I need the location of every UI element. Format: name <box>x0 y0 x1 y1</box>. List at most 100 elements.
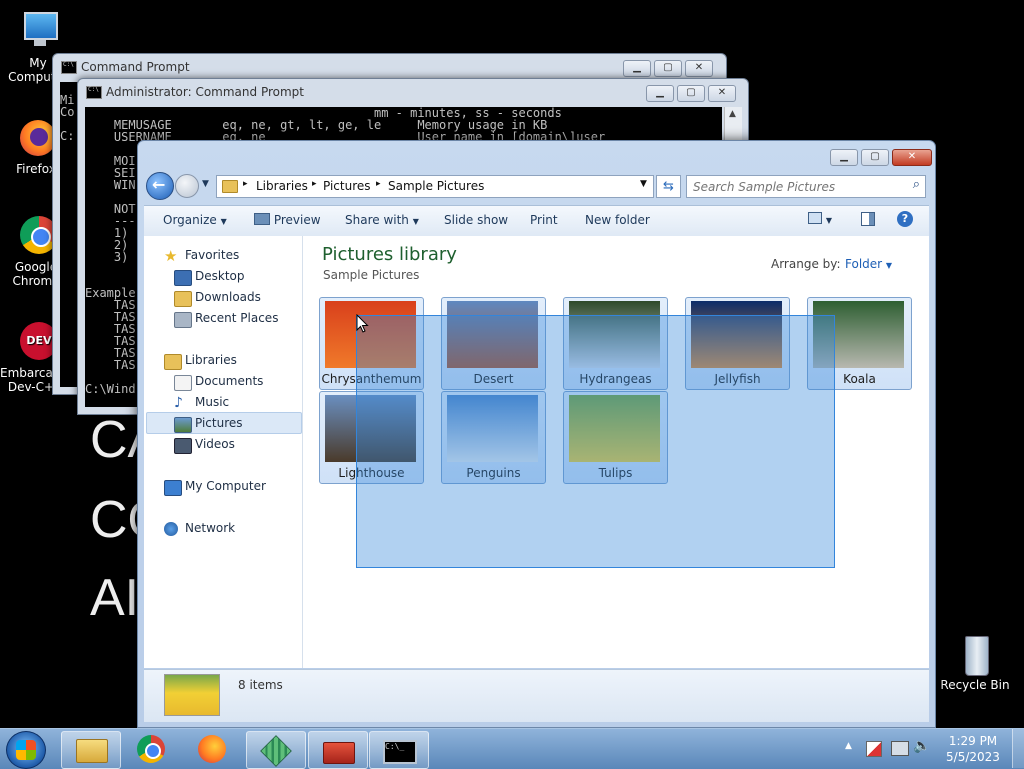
preview-icon <box>254 213 270 225</box>
recent-pages-dropdown-icon[interactable]: ▼ <box>202 179 209 189</box>
explorer-window[interactable]: ▁ ▢ ✕ ← ▼ ▸ Libraries ▸ Pictures ▸ Sampl… <box>137 140 936 728</box>
breadcrumb-sample-pictures[interactable]: Sample Pictures <box>388 179 484 193</box>
taskbar-cmd-button[interactable]: C:\_ <box>369 731 429 769</box>
preview-label: Preview <box>273 213 321 227</box>
breadcrumb-separator-icon: ▸ <box>376 179 381 189</box>
forward-button[interactable] <box>175 174 199 198</box>
show-desktop-button[interactable] <box>1012 729 1024 768</box>
selection-rectangle <box>356 315 835 568</box>
clock-time: 1:29 PM <box>948 734 998 748</box>
refresh-icon: ⇆ <box>663 179 674 194</box>
command-bar: Organize ▼ Preview Share with ▼ Slide sh… <box>144 205 929 237</box>
library-title: Pictures library <box>322 244 457 265</box>
volume-icon[interactable]: 🔈 <box>913 738 930 754</box>
maximize-button[interactable]: ▢ <box>861 149 889 166</box>
taskbar-toolbox-button[interactable] <box>308 731 368 769</box>
folder-icon <box>222 180 238 193</box>
recycle-bin-icon <box>953 632 997 676</box>
back-arrow-icon: ← <box>152 175 166 194</box>
share-with-button[interactable]: Share with ▼ <box>345 213 419 227</box>
arrange-by-dropdown[interactable]: Folder ▼ <box>845 257 892 271</box>
console-line: C: <box>60 129 75 143</box>
item-count: 8 items <box>238 678 283 692</box>
taskbar-explorer-button[interactable] <box>61 731 121 769</box>
refresh-button[interactable]: ⇆ <box>656 175 681 198</box>
preview-button[interactable]: Preview <box>254 213 321 227</box>
nav-my-computer[interactable]: My Computer <box>185 479 266 493</box>
maximize-button[interactable]: ▢ <box>654 60 682 77</box>
nav-documents[interactable]: Documents <box>195 374 263 388</box>
maximize-button[interactable]: ▢ <box>677 85 705 102</box>
slide-show-button[interactable]: Slide show <box>444 213 508 227</box>
search-icon[interactable]: ⌕ <box>913 177 920 192</box>
search-box[interactable]: ⌕ <box>686 175 926 198</box>
documents-icon <box>174 375 192 391</box>
pictures-icon <box>174 417 192 433</box>
taskbar-firefox-button[interactable] <box>184 731 242 767</box>
minimize-button[interactable]: ▁ <box>830 149 858 166</box>
taskbar-network-app-button[interactable] <box>246 731 306 769</box>
nav-music[interactable]: Music <box>195 395 229 409</box>
preview-pane-button[interactable] <box>861 212 875 229</box>
breadcrumb-pictures[interactable]: Pictures <box>323 179 371 193</box>
share-with-label: Share with <box>345 213 409 227</box>
computer-icon <box>16 10 60 54</box>
minimize-button[interactable]: ▁ <box>623 60 651 77</box>
clock[interactable]: 1:29 PM 5/5/2023 <box>938 733 1008 765</box>
chevron-down-icon: ▼ <box>885 261 893 270</box>
firefox-icon <box>198 735 226 763</box>
selected-item-thumbnail <box>164 674 220 716</box>
new-folder-button[interactable]: New folder <box>585 213 650 227</box>
chrome-center-icon <box>145 743 161 759</box>
window-title: Command Prompt <box>81 60 190 74</box>
breadcrumb-separator-icon: ▸ <box>243 179 248 189</box>
chevron-down-icon: ▼ <box>825 216 832 225</box>
desktop-icon-recycle-bin[interactable]: Recycle Bin <box>939 632 1011 692</box>
action-center-flag-icon[interactable] <box>866 741 882 757</box>
chevron-down-icon: ▼ <box>220 217 227 226</box>
close-button[interactable]: ✕ <box>708 85 736 102</box>
nav-pictures[interactable]: Pictures <box>195 416 243 430</box>
nav-libraries[interactable]: Libraries <box>185 353 237 367</box>
view-icon <box>808 212 822 224</box>
nav-desktop[interactable]: Desktop <box>195 269 245 283</box>
downloads-icon <box>174 291 192 307</box>
breadcrumb-libraries[interactable]: Libraries <box>256 179 308 193</box>
file-list[interactable]: Pictures library Sample Pictures Arrange… <box>303 236 929 668</box>
back-button[interactable]: ← <box>146 172 174 200</box>
organize-label: Organize <box>163 213 217 227</box>
clock-date: 5/5/2023 <box>946 750 1000 764</box>
folder-icon <box>76 739 108 763</box>
minimize-button[interactable]: ▁ <box>646 85 674 102</box>
network-cubes-icon <box>260 735 292 767</box>
close-button[interactable]: ✕ <box>892 149 932 166</box>
nav-network[interactable]: Network <box>185 521 235 535</box>
change-view-button[interactable]: ▼ <box>808 212 832 226</box>
library-subtitle: Sample Pictures <box>323 268 420 282</box>
libraries-icon <box>164 354 182 370</box>
network-tray-icon[interactable] <box>891 741 909 756</box>
print-button[interactable]: Print <box>530 213 558 227</box>
nav-favorites[interactable]: Favorites <box>185 248 239 262</box>
toolbox-icon <box>323 742 355 764</box>
organize-button[interactable]: Organize ▼ <box>163 213 227 227</box>
nav-downloads[interactable]: Downloads <box>195 290 261 304</box>
address-bar[interactable]: ▸ Libraries ▸ Pictures ▸ Sample Pictures… <box>216 175 654 198</box>
nav-videos[interactable]: Videos <box>195 437 235 451</box>
nav-recent-places[interactable]: Recent Places <box>195 311 278 325</box>
close-button[interactable]: ✕ <box>685 60 713 77</box>
show-hidden-icons-button[interactable]: ▲ <box>845 741 852 751</box>
taskbar-chrome-button[interactable] <box>123 731 181 767</box>
desktop-icon <box>174 270 192 286</box>
details-pane: 8 items <box>144 669 929 722</box>
start-button[interactable] <box>6 731 46 769</box>
address-dropdown-icon[interactable]: ▼ <box>640 179 647 189</box>
navigation-pane: ★ Favorites Desktop Downloads Recent Pla… <box>144 236 303 668</box>
recent-places-icon <box>174 312 192 328</box>
help-button[interactable]: ? <box>897 211 913 227</box>
console-line: Co <box>60 105 75 119</box>
computer-icon <box>164 480 182 496</box>
scroll-up-arrow-icon[interactable]: ▲ <box>729 109 736 119</box>
mouse-cursor-icon <box>356 314 369 333</box>
search-input[interactable] <box>691 178 903 195</box>
